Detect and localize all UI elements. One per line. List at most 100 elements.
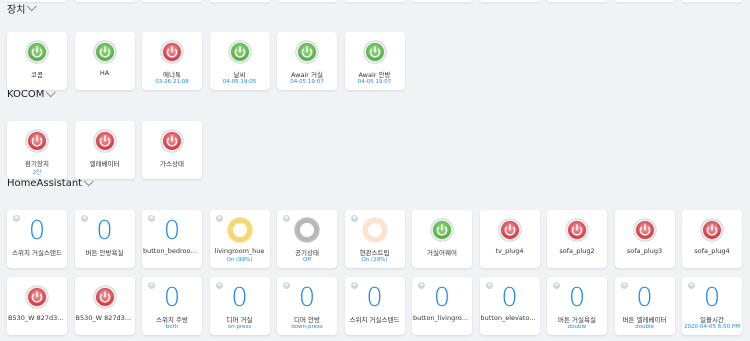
card-name: B530_W 827d3a1... [8, 314, 66, 322]
power-button[interactable] [363, 40, 387, 64]
power-button[interactable] [93, 285, 117, 309]
device-card[interactable]: tv_plug4 [480, 210, 540, 268]
device-card[interactable]: sofa_plug4 [682, 210, 742, 268]
card-name: button_livingroo... [413, 314, 471, 322]
power-button[interactable] [93, 40, 117, 64]
card-name: 환기장치 [8, 158, 66, 168]
partial-card [142, 0, 202, 2]
device-card[interactable]: 날씨04-05 19:05 [210, 32, 270, 90]
card-name: livingroom_hue [211, 247, 269, 255]
card-name: 버튼 안방욕실 [76, 247, 134, 257]
card-name: 디머 거실 [211, 314, 269, 324]
device-card[interactable]: 0button_bedroom... [142, 210, 202, 268]
partial-card [682, 0, 742, 2]
section-title-devices-label: 장치 [7, 1, 25, 16]
device-card[interactable]: Awair 거실04-05 19:07 [277, 32, 337, 90]
power-button[interactable] [498, 218, 522, 242]
power-button[interactable] [160, 40, 184, 64]
chevron-down-icon[interactable] [84, 176, 94, 186]
power-icon [93, 285, 117, 309]
device-card[interactable]: 거실어웨어 [412, 210, 472, 268]
device-card[interactable]: 0디머 안방down-press [277, 277, 337, 335]
card-name: 디머 안방 [278, 314, 336, 324]
card-name: 가스상태 [143, 158, 201, 168]
power-button[interactable] [25, 285, 49, 309]
partial-card [210, 0, 270, 2]
device-card[interactable]: 0button_livingroo... [412, 277, 472, 335]
device-card[interactable]: 엘레베이터 [75, 121, 135, 179]
power-button[interactable] [160, 129, 184, 153]
device-card[interactable]: 가스상태 [142, 121, 202, 179]
sensor-value: 0 [75, 216, 135, 246]
card-status: double [548, 324, 606, 330]
device-card[interactable]: 0버튼 안방욕실 [75, 210, 135, 268]
device-card[interactable]: 공기상태Off [277, 210, 337, 268]
section-title-kocom[interactable]: KOCOM [7, 89, 55, 100]
power-button[interactable] [228, 40, 252, 64]
card-name: 스위치 주방 [143, 314, 201, 324]
device-card[interactable]: 에너톡03-26 21:08 [142, 32, 202, 90]
device-card[interactable]: Awair 안방04-05 19:07 [345, 32, 405, 90]
power-icon [160, 40, 184, 64]
light-bulb-icon[interactable] [295, 218, 319, 242]
card-name: HA [76, 69, 134, 77]
card-name: 코콤 [8, 69, 66, 79]
status-dot-icon [283, 215, 290, 222]
device-card[interactable]: sofa_plug3 [615, 210, 675, 268]
sensor-value: 0 [142, 216, 202, 246]
power-button[interactable] [295, 40, 319, 64]
power-icon [93, 129, 117, 153]
power-icon [363, 40, 387, 64]
power-icon [430, 218, 454, 242]
partial-card [277, 0, 337, 2]
card-status: 04-05 19:07 [346, 79, 404, 85]
card-name: sofa_plug3 [616, 247, 674, 255]
device-card[interactable]: sofa_plug2 [547, 210, 607, 268]
card-status: 2단 [8, 168, 66, 176]
card-status: 2020-04-05 6:50 PM [683, 324, 741, 330]
device-card[interactable]: 0버튼 거실욕실double [547, 277, 607, 335]
power-icon [295, 40, 319, 64]
device-card[interactable]: 0스위치 주방both [142, 277, 202, 335]
power-icon [25, 129, 49, 153]
chevron-down-icon[interactable] [27, 1, 37, 11]
device-card[interactable]: 환기장치2단 [7, 121, 67, 179]
power-button[interactable] [25, 40, 49, 64]
device-card[interactable]: 0디머 거실on-press [210, 277, 270, 335]
top-cards-strip [0, 0, 750, 2]
power-button[interactable] [93, 129, 117, 153]
device-card[interactable]: 코콤 [7, 32, 67, 90]
device-card[interactable]: 0스위치 거실스탠드 [345, 277, 405, 335]
power-button[interactable] [633, 218, 657, 242]
card-name: 현관스트립 [346, 247, 404, 257]
device-card[interactable]: 0button_elevator_... [480, 277, 540, 335]
partial-card [615, 0, 675, 2]
section-title-devices[interactable]: 장치 [7, 1, 36, 16]
device-card[interactable]: 현관스트립On (29%) [345, 210, 405, 268]
card-name: 날씨 [211, 69, 269, 79]
power-button[interactable] [25, 129, 49, 153]
card-name: tv_plug4 [481, 247, 539, 255]
section-title-homeassistant-label: HomeAssistant [7, 178, 82, 189]
device-card[interactable]: HA [75, 32, 135, 90]
light-bulb-icon[interactable] [228, 218, 252, 242]
device-card[interactable]: livingroom_hue On (99%) [210, 210, 270, 268]
sensor-value: 0 [7, 216, 67, 246]
power-button[interactable] [430, 218, 454, 242]
power-button[interactable] [700, 218, 724, 242]
card-status: double [616, 324, 674, 330]
device-card[interactable]: B530_W 827d3a2... [75, 277, 135, 335]
chevron-down-icon[interactable] [46, 87, 56, 97]
card-status: both [143, 324, 201, 330]
device-card[interactable]: 0스위치 거실스탠드 [7, 210, 67, 268]
light-bulb-icon[interactable] [363, 218, 387, 242]
device-card[interactable]: B530_W 827d3a1... [7, 277, 67, 335]
section-title-homeassistant[interactable]: HomeAssistant [7, 178, 93, 189]
card-name: 거실어웨어 [413, 247, 471, 257]
device-card[interactable]: 0일몰시간2020-04-05 6:50 PM [682, 277, 742, 335]
partial-card [480, 0, 540, 2]
device-card[interactable]: 0버튼 엘레베이터double [615, 277, 675, 335]
power-button[interactable] [565, 218, 589, 242]
card-status: On (99%) [211, 257, 269, 263]
power-icon [25, 40, 49, 64]
